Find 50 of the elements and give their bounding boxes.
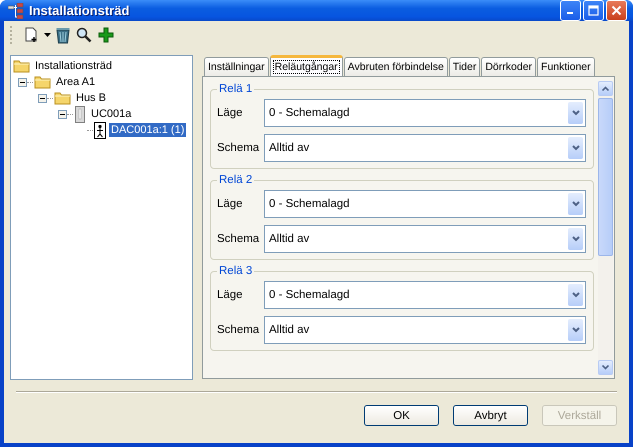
tree-item[interactable]: Area A1 xyxy=(54,75,98,89)
group-title: Relä 3 xyxy=(218,265,254,277)
tab[interactable]: Inställningar xyxy=(204,57,269,76)
dropdown[interactable]: 0 - Schemalagd xyxy=(264,99,586,127)
tree-app-icon xyxy=(8,2,24,18)
group-title: Relä 1 xyxy=(218,83,254,95)
close-button[interactable] xyxy=(606,0,627,21)
field-label: Schema xyxy=(217,142,260,154)
field-label: Schema xyxy=(217,324,260,336)
minimize-button[interactable] xyxy=(560,0,581,21)
scrollbar[interactable] xyxy=(598,81,613,375)
door-icon xyxy=(94,122,106,138)
field-label: Schema xyxy=(217,233,260,245)
scroll-down-icon[interactable] xyxy=(598,360,613,375)
group-title: Relä 2 xyxy=(218,174,254,186)
tree-item[interactable]: Installationsträd xyxy=(33,59,114,73)
collapse-icon[interactable] xyxy=(18,78,27,86)
tab[interactable]: Reläutgångar xyxy=(270,55,343,76)
add-icon[interactable] xyxy=(97,25,115,45)
collapse-icon[interactable] xyxy=(58,110,67,118)
dropdown[interactable]: Alltid av xyxy=(264,316,586,344)
folder-icon xyxy=(54,91,71,105)
window-title: Installationsträd xyxy=(29,3,130,18)
tree-item[interactable]: UC001a xyxy=(89,107,134,121)
tab[interactable]: Funktioner xyxy=(537,57,595,76)
device-icon xyxy=(74,106,86,122)
folder-icon xyxy=(13,59,30,73)
search-icon[interactable] xyxy=(75,25,93,45)
tree-item[interactable]: DAC001a:1 (1) xyxy=(109,123,186,137)
dialog-button[interactable]: Avbryt xyxy=(453,405,528,426)
tab[interactable]: Dörrkoder xyxy=(481,57,536,76)
dropdown[interactable]: 0 - Schemalagd xyxy=(264,190,586,218)
field-label: Läge xyxy=(217,198,244,210)
field-label: Läge xyxy=(217,289,244,301)
field-label: Läge xyxy=(217,107,244,119)
tab[interactable]: Avbruten förbindelse xyxy=(344,57,448,76)
tree-item[interactable]: Hus B xyxy=(74,91,108,105)
collapse-icon[interactable] xyxy=(38,94,47,102)
close-icon xyxy=(611,5,622,16)
scroll-up-icon[interactable] xyxy=(598,81,613,96)
maximize-button[interactable] xyxy=(583,0,604,21)
dialog-button[interactable]: OK xyxy=(364,405,439,426)
trash-icon[interactable] xyxy=(55,25,71,45)
folder-icon xyxy=(34,75,51,89)
scroll-thumb[interactable] xyxy=(598,98,613,256)
dropdown[interactable]: 0 - Schemalagd xyxy=(264,281,586,309)
maximize-icon xyxy=(588,5,599,16)
tab[interactable]: Tider xyxy=(448,57,480,76)
dropdown[interactable]: Alltid av xyxy=(264,225,586,253)
dropdown[interactable]: Alltid av xyxy=(264,134,586,162)
